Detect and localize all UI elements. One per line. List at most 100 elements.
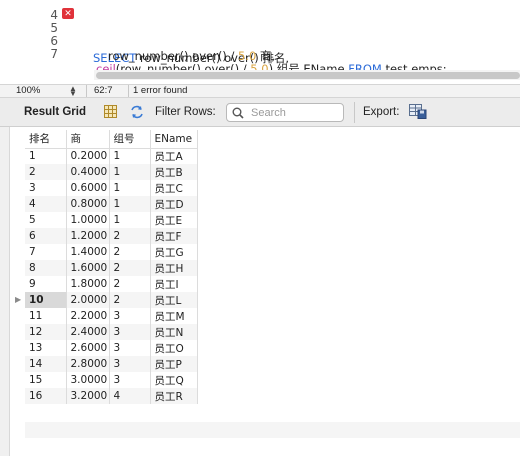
horizontal-scrollbar-thumb[interactable] (96, 72, 520, 79)
table-cell[interactable]: 15 (25, 372, 67, 388)
table-cell[interactable]: 1.8000 (66, 276, 110, 292)
table-cell[interactable]: 员工B (150, 164, 198, 180)
table-cell[interactable]: 2 (109, 276, 151, 292)
table-row[interactable]: 4 0.8000 1 员工D (25, 196, 198, 212)
table-cell[interactable]: 1 (109, 164, 151, 180)
table-cell[interactable]: 1 (109, 212, 151, 228)
table-cell[interactable]: 0.2000 (66, 148, 110, 164)
column-header[interactable]: 组号 (109, 130, 151, 149)
zoom-stepper-icon[interactable]: ▲ ▼ (69, 85, 77, 98)
error-count-status[interactable]: 1 error found (133, 85, 187, 97)
table-cell[interactable]: 8 (25, 260, 67, 276)
column-header[interactable]: 商 (66, 130, 110, 149)
table-cell[interactable]: 3 (25, 180, 67, 196)
table-cell[interactable]: 员工L (150, 292, 198, 308)
table-cell[interactable]: 员工Q (150, 372, 198, 388)
column-header[interactable]: EName (150, 130, 198, 149)
result-grid[interactable]: 排名 商 组号 EName 1 0.2000 1 员工A 2 0.4000 1 员工B 3 0.6… (0, 127, 520, 456)
table-row[interactable]: 10 2.0000 2 员工L (25, 292, 198, 308)
table-cell[interactable]: 员工G (150, 244, 198, 260)
refresh-icon[interactable] (129, 105, 145, 122)
error-marker-icon[interactable]: ✕ (62, 8, 74, 19)
table-cell[interactable]: 14 (25, 356, 67, 372)
table-cell[interactable]: 6 (25, 228, 67, 244)
grid-view-icon[interactable] (104, 105, 117, 121)
table-row[interactable]: 11 2.2000 3 员工M (25, 308, 198, 324)
table-cell[interactable]: 员工O (150, 340, 198, 356)
result-toolbar: Result Grid Filter Rows: Search Export: (0, 98, 520, 127)
column-header[interactable]: 排名 (25, 130, 67, 149)
grid-left-gutter (0, 127, 10, 456)
table-row[interactable]: 1 0.2000 1 员工A (25, 148, 198, 164)
table-cell[interactable]: 1 (109, 148, 151, 164)
table-cell[interactable]: 2.8000 (66, 356, 110, 372)
table-row[interactable]: 14 2.8000 3 员工P (25, 356, 198, 372)
table-cell[interactable]: 3 (109, 372, 151, 388)
table-cell[interactable]: 1 (25, 148, 67, 164)
table-cell[interactable]: 1.6000 (66, 260, 110, 276)
table-cell[interactable]: 1.2000 (66, 228, 110, 244)
table-cell[interactable]: 3 (109, 340, 151, 356)
table-cell[interactable]: 13 (25, 340, 67, 356)
table-cell[interactable]: 2.2000 (66, 308, 110, 324)
table-cell[interactable]: 员工M (150, 308, 198, 324)
table-cell[interactable]: 2 (109, 228, 151, 244)
zoom-level[interactable]: 100% (16, 85, 40, 97)
table-cell[interactable]: 0.6000 (66, 180, 110, 196)
table-cell[interactable]: 3.0000 (66, 372, 110, 388)
table-cell[interactable]: 2.6000 (66, 340, 110, 356)
table-cell[interactable]: 4 (25, 196, 67, 212)
table-cell[interactable]: 员工D (150, 196, 198, 212)
table-cell[interactable]: 16 (25, 388, 67, 404)
table-cell[interactable]: 员工A (150, 148, 198, 164)
search-placeholder: Search (251, 107, 286, 119)
table-cell[interactable]: 2 (109, 244, 151, 260)
table-cell[interactable]: 2.0000 (66, 292, 110, 308)
table-cell[interactable]: 1 (109, 196, 151, 212)
table-row[interactable]: 16 3.2000 4 员工R (25, 388, 198, 404)
table-row[interactable]: 3 0.6000 1 员工C (25, 180, 198, 196)
export-icon[interactable] (409, 104, 427, 122)
table-cell[interactable]: 员工H (150, 260, 198, 276)
table-cell[interactable]: 员工E (150, 212, 198, 228)
table-cell[interactable]: 12 (25, 324, 67, 340)
table-cell[interactable]: 员工R (150, 388, 198, 404)
table-cell[interactable]: 员工C (150, 180, 198, 196)
table-cell[interactable]: 1 (109, 180, 151, 196)
table-cell[interactable]: 9 (25, 276, 67, 292)
table-cell[interactable]: 1.4000 (66, 244, 110, 260)
result-grid-tab[interactable]: Result Grid (24, 106, 86, 118)
table-cell[interactable]: 3 (109, 356, 151, 372)
sql-editor[interactable]: 4 5 ✕ SELECT row_number() over() 排名, 6 r… (0, 0, 520, 84)
table-row[interactable]: 8 1.6000 2 员工H (25, 260, 198, 276)
filter-search-input[interactable]: Search (226, 103, 344, 122)
table-row[interactable]: 15 3.0000 3 员工Q (25, 372, 198, 388)
table-cell[interactable]: 10 (25, 292, 67, 308)
table-cell[interactable]: 员工N (150, 324, 198, 340)
table-cell[interactable]: 员工I (150, 276, 198, 292)
table-cell[interactable]: 2.4000 (66, 324, 110, 340)
table-row[interactable]: 12 2.4000 3 员工N (25, 324, 198, 340)
table-cell[interactable]: 3 (109, 308, 151, 324)
table-cell[interactable]: 2 (25, 164, 67, 180)
table-row[interactable]: 5 1.0000 1 员工E (25, 212, 198, 228)
table-cell[interactable]: 1.0000 (66, 212, 110, 228)
table-cell[interactable]: 2 (109, 260, 151, 276)
table-cell[interactable]: 员工P (150, 356, 198, 372)
table-cell[interactable]: 员工F (150, 228, 198, 244)
table-cell[interactable]: 5 (25, 212, 67, 228)
table-cell[interactable]: 0.8000 (66, 196, 110, 212)
table-cell[interactable]: 3 (109, 324, 151, 340)
table-cell[interactable]: 0.4000 (66, 164, 110, 180)
table-cell[interactable]: 3.2000 (66, 388, 110, 404)
table-row[interactable]: 6 1.2000 2 员工F (25, 228, 198, 244)
table-cell[interactable]: 7 (25, 244, 67, 260)
table-cell[interactable]: 11 (25, 308, 67, 324)
result-table[interactable]: 排名 商 组号 EName 1 0.2000 1 员工A 2 0.4000 1 员工B 3 0.6… (25, 130, 198, 404)
table-cell[interactable]: 4 (109, 388, 151, 404)
table-row[interactable]: 9 1.8000 2 员工I (25, 276, 198, 292)
table-cell[interactable]: 2 (109, 292, 151, 308)
table-row[interactable]: 7 1.4000 2 员工G (25, 244, 198, 260)
table-row[interactable]: 13 2.6000 3 员工O (25, 340, 198, 356)
table-row[interactable]: 2 0.4000 1 员工B (25, 164, 198, 180)
